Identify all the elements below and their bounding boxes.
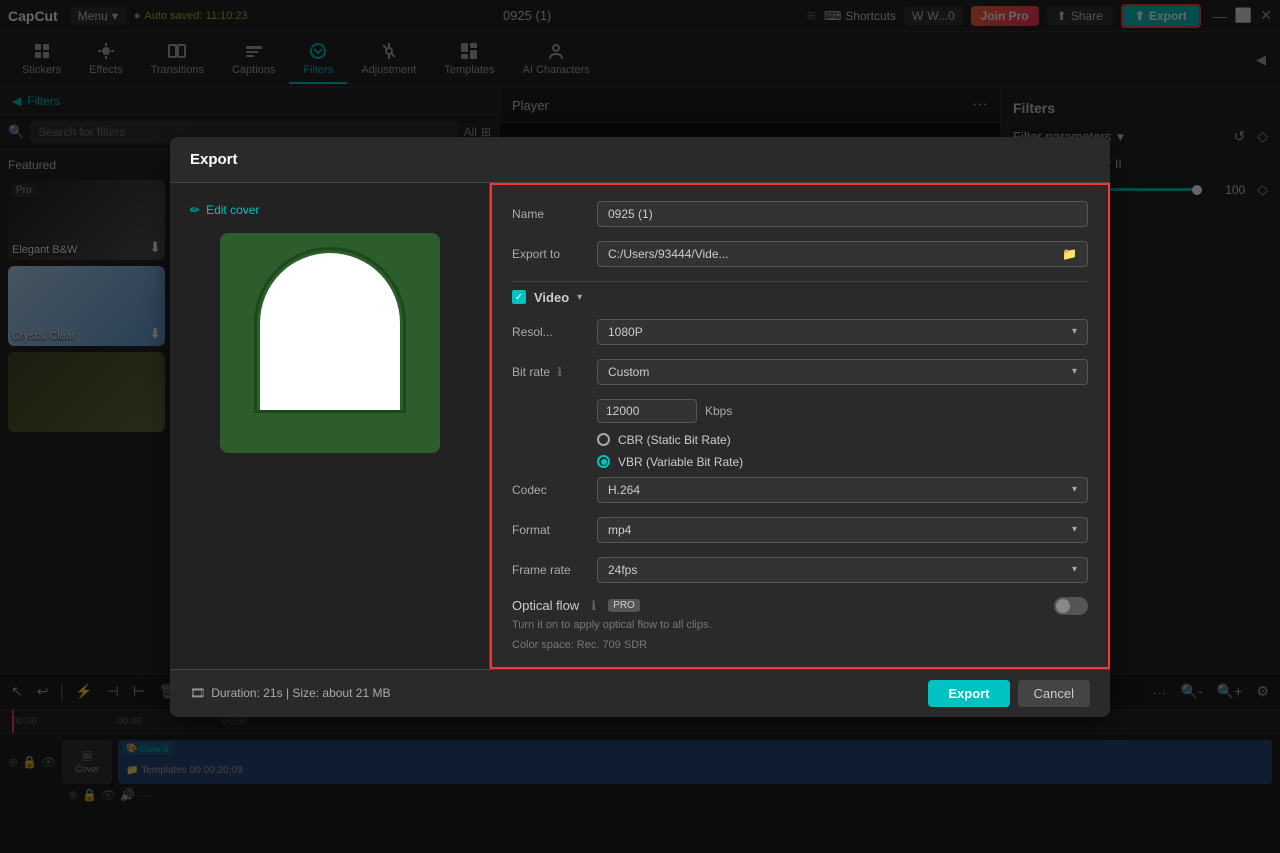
footer-info: 🎞 Duration: 21s | Size: about 21 MB [190, 686, 390, 700]
video-checkbox[interactable]: ✓ [512, 290, 526, 304]
footer-buttons: Export Cancel [928, 680, 1090, 707]
video-section-toggle[interactable]: ▾ [577, 292, 582, 303]
export-overlay: Export ✏ Edit cover [0, 0, 1280, 853]
pro-tag: PRO [608, 599, 640, 612]
cbr-radio-row: CBR (Static Bit Rate) [597, 433, 1088, 447]
optical-flow-row: Optical flow ℹ PRO [512, 597, 1088, 615]
format-select[interactable]: mp4 ▾ [597, 517, 1088, 543]
name-input[interactable] [597, 201, 1088, 227]
cancel-button[interactable]: Cancel [1018, 680, 1090, 707]
bitrate-number-input[interactable] [597, 399, 697, 423]
optical-flow-desc: Turn it on to apply optical flow to all … [512, 619, 1088, 631]
export-body: ✏ Edit cover Name [170, 183, 1110, 669]
codec-select[interactable]: H.264 ▾ [597, 477, 1088, 503]
section-divider [512, 281, 1088, 282]
resolution-select[interactable]: 1080P ▾ [597, 319, 1088, 345]
optical-flow-toggle[interactable] [1054, 597, 1088, 615]
vbr-radio-row: VBR (Variable Bit Rate) [597, 455, 1088, 469]
frame-rate-select[interactable]: 24fps ▾ [597, 557, 1088, 583]
bitrate-select[interactable]: Custom ▾ [597, 359, 1088, 385]
video-checkbox-row: ✓ Video ▾ [512, 290, 1088, 305]
bitrate-row: Bit rate ℹ Custom ▾ [512, 359, 1088, 385]
bitrate-custom-row: Kbps [597, 399, 1088, 423]
cbr-radio[interactable] [597, 433, 610, 446]
codec-row: Codec H.264 ▾ [512, 477, 1088, 503]
export-header: Export [170, 137, 1110, 183]
export-title: Export [190, 151, 238, 168]
export-confirm-button[interactable]: Export [928, 680, 1009, 707]
export-path[interactable]: C:/Users/93444/Vide... 📁 [597, 241, 1088, 267]
resolution-row: Resol... 1080P ▾ [512, 319, 1088, 345]
export-settings: Name Export to C:/Users/93444/Vide... 📁 … [490, 183, 1110, 669]
vbr-radio[interactable] [597, 455, 610, 468]
cover-preview [220, 233, 440, 453]
format-row: Format mp4 ▾ [512, 517, 1088, 543]
frame-rate-row: Frame rate 24fps ▾ [512, 557, 1088, 583]
film-icon: 🎞 [190, 686, 205, 700]
name-row: Name [512, 201, 1088, 227]
optical-info-icon[interactable]: ℹ [591, 598, 596, 614]
export-dialog: Export ✏ Edit cover [170, 137, 1110, 717]
color-space: Color space: Rec. 709 SDR [512, 639, 1088, 651]
export-footer: 🎞 Duration: 21s | Size: about 21 MB Expo… [170, 669, 1110, 717]
folder-icon: 📁 [1062, 247, 1077, 261]
export-to-row: Export to C:/Users/93444/Vide... 📁 [512, 241, 1088, 267]
edit-cover-button[interactable]: ✏ Edit cover [190, 203, 259, 217]
bitrate-info-icon[interactable]: ℹ [557, 365, 562, 379]
export-cover-section: ✏ Edit cover [170, 183, 490, 669]
